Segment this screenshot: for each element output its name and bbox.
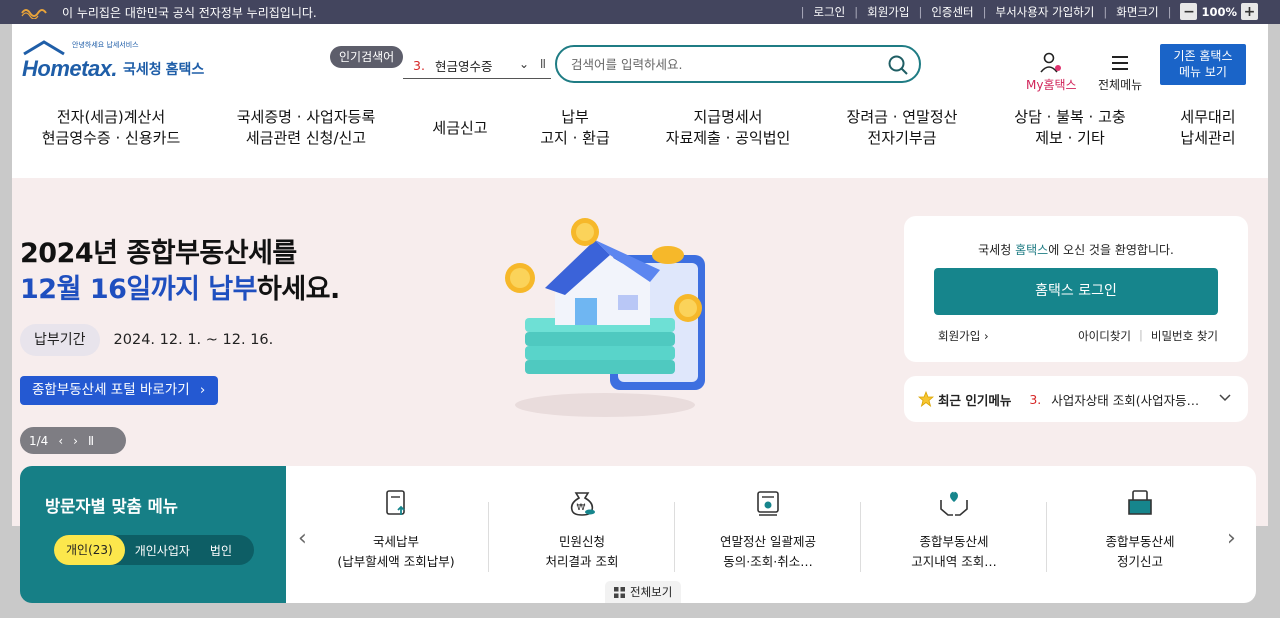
nav-tax-filing[interactable]: 세금신고 <box>430 118 490 139</box>
zoom-out-button[interactable]: − <box>1180 3 1198 20</box>
join-link[interactable]: 회원가입 › <box>938 328 989 344</box>
hometax-logo[interactable]: 안녕하세요 납세서비스 Hometax. 국세청 홈택스 <box>22 40 204 82</box>
period-date: 2024. 12. 1. ~ 12. 16. <box>113 332 274 348</box>
legacy-menu-button[interactable]: 기존 홈택스 메뉴 보기 <box>1160 44 1246 85</box>
nav-certificates[interactable]: 국세증명 · 사업자등록 세금관련 신청/신고 <box>230 107 382 149</box>
pause-icon[interactable]: II <box>540 57 546 71</box>
quick-menu: 국세납부 (납부할세액 조회납부) ₩ 민원신청 처리결과 조회 연말정산 일괄제공… <box>286 466 1256 603</box>
nav-etax[interactable]: 전자(세금)계산서 현금영수증 · 신용카드 <box>40 107 182 149</box>
find-id-link[interactable]: 아이디찾기 <box>1078 328 1131 344</box>
certificate-icon <box>757 491 779 516</box>
heart-hands-icon <box>940 491 968 516</box>
gov-logo-icon <box>21 8 47 19</box>
quick-item-property-tax-filing[interactable]: 종합부동산세 정기신고 <box>1047 488 1233 572</box>
login-link[interactable]: 로그인 <box>813 4 845 20</box>
zoom-label: 화면크기 <box>1116 4 1159 19</box>
my-hometax-label: My홈택스 <box>1026 78 1077 92</box>
svg-text:₩: ₩ <box>577 503 586 513</box>
zoom-value: 100% <box>1201 4 1237 19</box>
cert-center-link[interactable]: 인증센터 <box>931 4 973 20</box>
hero-title: 2024년 종합부동산세를 12월 16일까지 납부하세요. <box>20 238 340 305</box>
user-icon <box>1040 52 1062 73</box>
quick-item-civil-request[interactable]: ₩ 민원신청 처리결과 조회 <box>489 488 675 572</box>
popular-search-rank: 3. <box>413 58 425 73</box>
all-menu-button[interactable]: 전체메뉴 <box>1098 52 1142 93</box>
period-label: 납부기간 <box>20 324 100 356</box>
quick-next-arrow-icon[interactable]: › <box>1227 526 1236 551</box>
join-link[interactable]: 회원가입 <box>867 4 909 20</box>
quick-item-year-end-settlement[interactable]: 연말정산 일괄제공 동의·조회·취소… <box>675 488 861 572</box>
nav-consulting[interactable]: 상담 · 불복 · 고충 제보 · 기타 <box>1008 107 1132 149</box>
popular-menu-item[interactable]: 사업자상태 조회(사업자등… <box>1051 390 1199 409</box>
all-menu-label: 전체메뉴 <box>1098 78 1143 92</box>
popular-menu-bar[interactable]: 최근 인기메뉴 3. 사업자상태 조회(사업자등… <box>904 376 1248 422</box>
nav-payment[interactable]: 납부 고지 · 환급 <box>535 107 615 149</box>
popular-search-badge: 인기검색어 <box>330 46 404 68</box>
gov-notice: 이 누리집은 대한민국 공식 전자정부 누리집입니다. <box>62 6 317 20</box>
star-icon <box>918 391 934 407</box>
all-view-button[interactable]: 전체보기 <box>605 581 681 603</box>
search-icon[interactable] <box>887 54 909 76</box>
popular-menu-title: 최근 인기메뉴 <box>938 392 1012 408</box>
slide-counter: 1/4 <box>29 433 49 448</box>
nav-tax-agent[interactable]: 세무대리 납세관리 <box>1175 107 1241 149</box>
popular-menu-rank: 3. <box>1029 391 1042 407</box>
chevron-right-icon: › <box>983 329 989 343</box>
zoom-in-button[interactable]: + <box>1241 3 1258 20</box>
pause-slide-icon[interactable]: II <box>88 434 94 448</box>
house-money-illustration <box>505 218 705 417</box>
popular-search-select[interactable]: 3. 현금영수증 ⌄ II <box>403 53 551 79</box>
gov-banner: 이 누리집은 대한민국 공식 전자정부 누리집입니다. | 로그인 | 회원가입… <box>0 0 1280 24</box>
nav-incentives[interactable]: 장려금 · 연말정산 전자기부금 <box>840 107 964 149</box>
document-upload-icon <box>386 490 405 515</box>
prev-slide-icon[interactable]: ‹ <box>58 434 63 448</box>
quick-item-property-tax-notice[interactable]: 종합부동산세 고지내역 조회… <box>861 488 1047 572</box>
folder-document-icon <box>1128 490 1152 515</box>
find-password-link[interactable]: 비밀번호 찾기 <box>1151 328 1218 344</box>
chevron-right-icon: › <box>199 382 206 398</box>
quick-item-tax-payment[interactable]: 국세납부 (납부할세액 조회납부) <box>303 488 489 572</box>
tab-corporation[interactable]: 법인 <box>200 542 242 559</box>
hamburger-icon <box>1112 56 1129 70</box>
slide-controls: 1/4 ‹ › II <box>20 427 126 454</box>
nav-statements[interactable]: 지급명세서 자료제출 · 공익법인 <box>660 107 796 149</box>
money-bag-icon: ₩ <box>570 492 595 516</box>
dept-user-link[interactable]: 부서사용자 가입하기 <box>996 4 1095 20</box>
portal-button[interactable]: 종합부동산세 포털 바로가기 › <box>20 376 218 405</box>
login-button[interactable]: 홈택스 로그인 <box>934 268 1218 315</box>
visitor-menu-title: 방문자별 맞춤 메뉴 <box>45 497 178 516</box>
my-hometax-button[interactable]: My홈택스 <box>1026 52 1077 93</box>
visitor-menu: 방문자별 맞춤 메뉴 개인(23) 개인사업자 법인 <box>20 466 286 603</box>
next-slide-icon[interactable]: › <box>73 434 78 448</box>
grid-icon <box>614 586 625 598</box>
welcome-text: 국세청 홈택스에 오신 것을 환영합니다. <box>978 243 1174 257</box>
login-card: 국세청 홈택스에 오신 것을 환영합니다. 홈택스 로그인 회원가입 › 아이디… <box>904 216 1248 362</box>
tab-sole-proprietor[interactable]: 개인사업자 <box>125 542 200 559</box>
payment-period: 납부기간 2024. 12. 1. ~ 12. 16. <box>20 324 273 356</box>
chevron-down-icon[interactable]: ⌄ <box>519 57 529 71</box>
tab-individual[interactable]: 개인(23) <box>54 535 125 565</box>
page: 이 누리집은 대한민국 공식 전자정부 누리집입니다. | 로그인 | 회원가입… <box>0 0 1280 618</box>
quick-prev-arrow-icon[interactable]: ‹ <box>298 526 307 551</box>
visitor-tabs: 개인(23) 개인사업자 법인 <box>54 535 254 565</box>
search-box <box>555 45 921 83</box>
search-input[interactable] <box>571 55 871 73</box>
chevron-down-icon[interactable] <box>1218 390 1232 404</box>
popular-search-term[interactable]: 현금영수증 <box>435 56 493 75</box>
